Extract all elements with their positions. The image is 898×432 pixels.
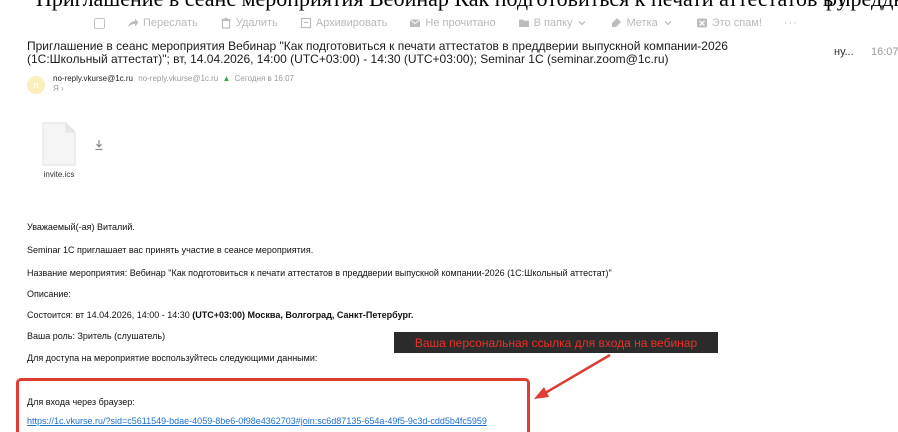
annotation-callout: Ваша персональная ссылка для входа на ве…	[394, 332, 718, 353]
chevron-down-icon	[576, 17, 588, 29]
file-icon	[42, 122, 76, 166]
forward-arrow-icon	[127, 17, 139, 29]
label-button[interactable]: Метка	[610, 17, 673, 29]
sender-address[interactable]: no-reply.vkurse@1c.ru	[138, 74, 218, 83]
verified-shield-icon: ▲	[222, 74, 231, 83]
move-to-folder-label: В папку	[533, 17, 573, 29]
webinar-link[interactable]: https://1c.vkurse.ru/?sid=c5611549-bdae-…	[27, 416, 487, 426]
schedule-prefix: Состоится: вт 14.04.2026, 14:00 - 14:30	[27, 310, 193, 320]
sender-name[interactable]: no-reply.vkurse@1c.ru	[53, 74, 133, 83]
envelope-icon	[409, 17, 421, 29]
tag-icon	[610, 17, 622, 29]
description-label: Описание:	[27, 289, 71, 299]
recipient[interactable]: Я ›	[53, 84, 294, 94]
attachment-file[interactable]: invite.ics	[34, 122, 84, 179]
trash-icon	[220, 17, 232, 29]
event-name: Название мероприятия: Вебинар "Как подго…	[27, 268, 612, 278]
sender-block: n no-reply.vkurse@1c.ru no-reply.vkurse@…	[27, 74, 294, 94]
mark-unread-label: Не прочитано	[425, 17, 496, 29]
greeting: Уважаемый(-ая) Виталий.	[27, 222, 135, 232]
message-toolbar: Переслать Удалить Архивировать Не прочит…	[90, 14, 802, 32]
list-time: 16:07	[871, 46, 898, 58]
schedule-suffix: .	[410, 310, 414, 320]
label-label: Метка	[626, 17, 658, 29]
attachment-name: invite.ics	[43, 170, 75, 179]
overlay-big-text-left: Приглашение в сеанс мероприятия Вебинар …	[36, 0, 898, 12]
folder-icon	[518, 17, 530, 29]
spam-label: Это спам!	[711, 17, 762, 29]
move-to-folder-button[interactable]: В папку	[518, 17, 589, 29]
download-icon[interactable]	[94, 138, 104, 151]
role-line: Ваша роль: Зритель (слушатель)	[27, 331, 166, 341]
mark-unread-button[interactable]: Не прочитано	[409, 17, 496, 29]
schedule-timezone: (UTC+03:00) Москва, Волгоград, Санкт-Пет…	[192, 310, 411, 320]
email-subject: Приглашение в сеанс мероприятия Вебинар …	[27, 39, 728, 66]
delete-label: Удалить	[235, 17, 278, 29]
schedule-line: Состоится: вт 14.04.2026, 14:00 - 14:30 …	[27, 310, 413, 320]
chevron-down-icon	[662, 17, 674, 29]
overlay-text-strip: Приглашение в сеанс мероприятия Вебинар …	[0, 0, 898, 14]
archive-button[interactable]: Архивировать	[300, 17, 388, 29]
spam-button[interactable]: Это спам!	[696, 17, 762, 29]
overlay-big-text-right: ру	[826, 0, 848, 12]
invite-text: Seminar 1С приглашает вас принять участи…	[27, 245, 314, 255]
forward-label: Переслать	[143, 17, 198, 29]
access-line: Для доступа на мероприятие воспользуйтес…	[27, 353, 318, 363]
more-actions-button[interactable]: ···	[784, 17, 798, 29]
message-date: Сегодня в 16:07	[234, 74, 294, 83]
archive-label: Архивировать	[315, 17, 388, 29]
browser-label: Для входа через браузер:	[27, 397, 135, 407]
list-sender-preview[interactable]: ну...	[834, 46, 854, 58]
annotation-arrow-icon	[534, 353, 611, 399]
archive-icon	[300, 17, 312, 29]
avatar[interactable]: n	[27, 76, 45, 94]
forward-button[interactable]: Переслать	[127, 17, 198, 29]
delete-button[interactable]: Удалить	[220, 17, 278, 29]
select-checkbox[interactable]	[94, 17, 105, 29]
sender-info: no-reply.vkurse@1c.ru no-reply.vkurse@1c…	[53, 74, 294, 94]
spam-icon	[696, 17, 708, 29]
